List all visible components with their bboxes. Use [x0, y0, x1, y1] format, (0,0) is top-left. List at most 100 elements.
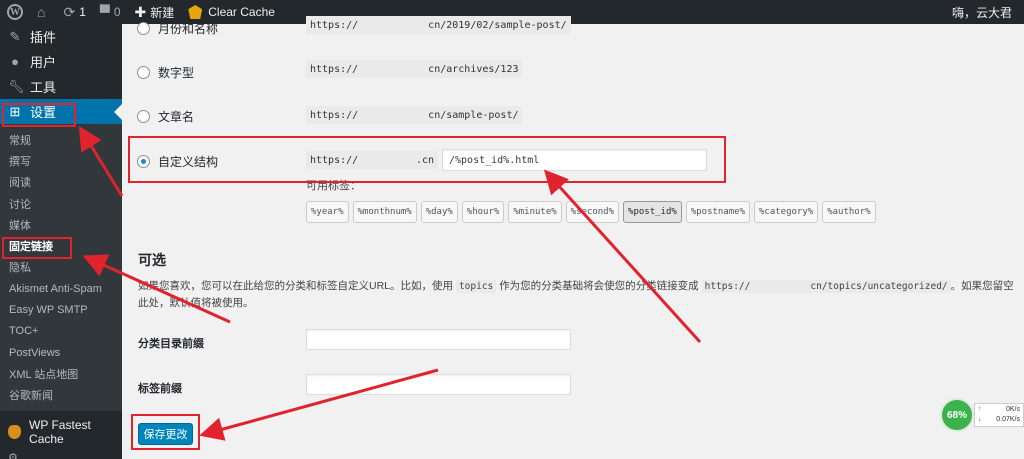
settings-sliders-icon: ⊞: [9, 103, 21, 119]
desc-text: 作为您的分类基础将会使您的分类链接变成: [499, 280, 699, 292]
menu-label: 工具: [30, 80, 57, 95]
url-end: cn/2019/02/sample-post/: [428, 19, 567, 31]
user-icon: ●: [11, 54, 19, 69]
custom-structure-input[interactable]: /%post_id%.html: [442, 149, 707, 171]
menu-users[interactable]: ● 用户: [0, 49, 122, 74]
updates-count: 1: [79, 5, 86, 19]
submenu-reading[interactable]: 阅读: [0, 172, 122, 193]
home-icon: ⌂: [37, 4, 46, 20]
tag-button-second[interactable]: %second%: [565, 201, 620, 223]
tag-base-input[interactable]: [306, 374, 571, 395]
cheetah-icon: [8, 424, 22, 439]
available-tags-label: 可用标签：: [306, 180, 361, 192]
url-start: https://: [704, 281, 751, 292]
permalink-example-url: https:// cn/archives/123: [306, 60, 523, 78]
optional-description: 如果您喜欢，您可以在此给您的分类和标签自定义URL。比如，使用 topics 作…: [138, 278, 1018, 311]
wordpress-logo-icon: W: [7, 4, 23, 20]
download-arrow-icon: ↓: [978, 416, 982, 423]
menu-label: WP Fastest Cache: [29, 417, 91, 446]
tag-button-author[interactable]: %author%: [822, 201, 876, 223]
menu-next-item[interactable]: ⚙: [0, 448, 122, 459]
plugin-icon: ✎: [9, 28, 21, 44]
wp-logo-menu[interactable]: W: [0, 0, 30, 24]
permalink-option-month-name[interactable]: 月份和名称: [137, 20, 218, 37]
menu-tools[interactable]: 🔧︎ 工具: [0, 74, 122, 99]
submenu-privacy[interactable]: 隐私: [0, 257, 122, 278]
menu-wp-fastest-cache[interactable]: WP Fastest Cache: [0, 416, 122, 448]
comments-count: 0: [113, 5, 121, 19]
submenu-akismet[interactable]: Akismet Anti-Spam: [0, 278, 122, 299]
upload-speed-row: ↑ 0K/s: [978, 405, 1020, 415]
refresh-icon: ⟳: [63, 3, 76, 20]
url-end: cn/topics/uncategorized/: [810, 281, 948, 292]
url-end: cn/archives/123: [428, 63, 519, 75]
submenu-discussion[interactable]: 讨论: [0, 193, 122, 214]
desc-text: 如果您喜欢，您可以在此给您的分类和标签自定义URL。比如，使用: [138, 280, 454, 292]
url-start: https://: [310, 109, 359, 121]
new-label: 新建: [150, 5, 175, 20]
tag-button-day[interactable]: %day%: [420, 201, 458, 223]
category-base-input[interactable]: [306, 329, 571, 350]
tag-button-category[interactable]: %category%: [754, 201, 819, 223]
gear-icon: ⚙: [8, 452, 18, 459]
option-label: 月份和名称: [158, 22, 219, 36]
wrench-icon: 🔧︎: [8, 78, 25, 94]
option-label: 文章名: [158, 110, 195, 124]
submenu-permalinks[interactable]: 固定链接: [0, 235, 122, 256]
radio-button[interactable]: [137, 22, 150, 35]
tag-button-postname[interactable]: %postname%: [685, 201, 750, 223]
admin-sidebar: ✎ 插件 ● 用户 🔧︎ 工具 ⊞ 设置 常规 撰写 阅读 讨论 媒体 固定链接…: [0, 24, 122, 459]
tag-button-monthnum[interactable]: %monthnum%: [352, 201, 417, 223]
tag-button-hour[interactable]: %hour%: [461, 201, 505, 223]
url-end: cn/sample-post/: [428, 109, 519, 121]
network-speed-widget[interactable]: 68% ↑ 0K/s ↓ 0.07K/s: [940, 398, 1024, 432]
submenu-writing[interactable]: 撰写: [0, 150, 122, 171]
permalink-option-numeric[interactable]: 数字型: [137, 64, 194, 81]
plus-icon: ✚: [134, 3, 147, 20]
submenu-xml-sitemap[interactable]: XML 站点地图: [0, 363, 122, 384]
save-changes-button[interactable]: 保存更改: [138, 423, 193, 445]
main-content: 月份和名称 https:// cn/2019/02/sample-post/ 数字…: [122, 16, 1024, 459]
submenu-google-news[interactable]: 谷歌新闻: [0, 385, 122, 406]
site-home-link[interactable]: ⌂: [30, 0, 56, 24]
submenu-media[interactable]: 媒体: [0, 214, 122, 235]
url-end: .cn: [415, 154, 434, 166]
menu-label: 插件: [30, 30, 57, 45]
permalink-option-post-name[interactable]: 文章名: [137, 108, 194, 125]
tag-button-post-id[interactable]: %post_id%: [623, 201, 682, 223]
option-label: 自定义结构: [158, 155, 219, 169]
upload-speed: 0K/s: [1005, 406, 1020, 413]
url-start: https://: [310, 63, 359, 75]
download-speed: 0.07K/s: [996, 416, 1020, 423]
tag-button-year[interactable]: %year%: [306, 201, 349, 223]
menu-settings[interactable]: ⊞ 设置: [0, 99, 122, 124]
submenu-easy-wp-smtp[interactable]: Easy WP SMTP: [0, 299, 122, 320]
custom-base-url: https:// .cn: [306, 151, 438, 169]
url-start: https://: [310, 154, 359, 166]
submenu-toc[interactable]: TOC+: [0, 321, 122, 342]
radio-button[interactable]: [137, 66, 150, 79]
download-speed-row: ↓ 0.07K/s: [978, 415, 1020, 425]
url-start: https://: [310, 19, 359, 31]
comments-link[interactable]: ▀ 0: [93, 0, 128, 24]
memory-percent-circle: 68%: [940, 398, 974, 432]
menu-plugins[interactable]: ✎ 插件: [0, 24, 122, 49]
tag-button-minute[interactable]: %minute%: [508, 201, 562, 223]
menu-label: 设置: [30, 105, 57, 120]
speed-readout: ↑ 0K/s ↓ 0.07K/s: [974, 403, 1024, 427]
radio-button-checked[interactable]: [137, 155, 150, 168]
comment-icon: ▀: [99, 4, 110, 20]
settings-submenu: 常规 撰写 阅读 讨论 媒体 固定链接 隐私 Akismet Anti-Spam…: [0, 124, 122, 411]
permalink-option-custom[interactable]: 自定义结构: [137, 153, 218, 170]
submenu-postviews[interactable]: PostViews: [0, 342, 122, 363]
category-base-label: 分类目录前缀: [138, 338, 204, 350]
my-account-menu[interactable]: 嗨，云大君: [945, 0, 1024, 24]
option-label: 数字型: [158, 66, 195, 80]
optional-section-title: 可选: [138, 252, 166, 268]
radio-button[interactable]: [137, 110, 150, 123]
updates-link[interactable]: ⟳ 1: [56, 0, 92, 24]
submenu-general[interactable]: 常规: [0, 129, 122, 150]
menu-label: 用户: [30, 55, 57, 70]
structure-tag-buttons: %year% %monthnum% %day% %hour% %minute% …: [306, 201, 880, 223]
permalink-example-url: https:// cn/sample-post/: [306, 106, 523, 124]
